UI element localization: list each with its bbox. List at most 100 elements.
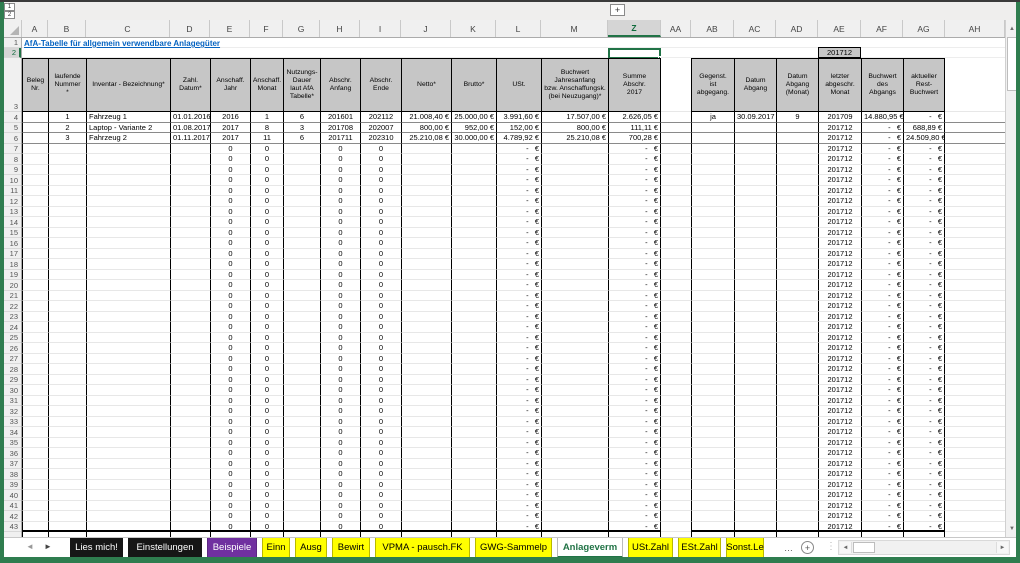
cell-AB20[interactable] <box>691 280 734 291</box>
cell-C25[interactable] <box>86 333 170 344</box>
row-header-41[interactable]: 41 <box>4 501 21 512</box>
cell-E19[interactable]: 0 <box>210 270 250 281</box>
cell-E30[interactable]: 0 <box>210 385 250 396</box>
cell-J12[interactable] <box>401 196 451 207</box>
cell-AH16[interactable] <box>945 238 1005 249</box>
cell-Z42[interactable]: - € <box>608 511 661 522</box>
table-header-H[interactable]: Abschr. Anfang <box>320 58 360 112</box>
cell-L16[interactable]: - € <box>496 238 541 249</box>
cell-L11[interactable]: - € <box>496 186 541 197</box>
cell-AF12[interactable]: - € <box>861 196 903 207</box>
sheet-tab-anlageverm[interactable]: Anlageverm <box>557 538 623 558</box>
cell-B9[interactable] <box>48 165 86 176</box>
cell-F24[interactable]: 0 <box>250 322 283 333</box>
cell-D38[interactable] <box>170 469 210 480</box>
cell-AA29[interactable] <box>661 375 691 386</box>
cell-B30[interactable] <box>48 385 86 396</box>
cell-B34[interactable] <box>48 427 86 438</box>
column-header-C[interactable]: C <box>86 20 170 37</box>
cell-AF8[interactable]: - € <box>861 154 903 165</box>
cell-M6[interactable]: 25.210,08 € <box>541 133 608 144</box>
cell-AG11[interactable]: - € <box>903 186 945 197</box>
cell-M33[interactable] <box>541 417 608 428</box>
cell-D11[interactable] <box>170 186 210 197</box>
cell-Z5[interactable]: 111,11 € <box>608 123 661 134</box>
cell-H8[interactable]: 0 <box>320 154 360 165</box>
cell-A31[interactable] <box>22 396 48 407</box>
cell-A35[interactable] <box>22 438 48 449</box>
cell-AG22[interactable]: - € <box>903 301 945 312</box>
cell-M43[interactable] <box>541 522 608 533</box>
cell-AG10[interactable]: - € <box>903 175 945 186</box>
cell-Z15[interactable]: - € <box>608 228 661 239</box>
cell-AF24[interactable]: - € <box>861 322 903 333</box>
cell-I36[interactable]: 0 <box>360 448 401 459</box>
cell-D30[interactable] <box>170 385 210 396</box>
cell-AH42[interactable] <box>945 511 1005 522</box>
cell-M29[interactable] <box>541 375 608 386</box>
cell-AA40[interactable] <box>661 490 691 501</box>
cell-AB43[interactable] <box>691 522 734 533</box>
cell-Z14[interactable]: - € <box>608 217 661 228</box>
cell-D19[interactable] <box>170 270 210 281</box>
cell-K33[interactable] <box>451 417 496 428</box>
cell-C18[interactable] <box>86 259 170 270</box>
cell-G35[interactable] <box>283 438 320 449</box>
cell-AH39[interactable] <box>945 480 1005 491</box>
cell-AH13[interactable] <box>945 207 1005 218</box>
cell-C36[interactable] <box>86 448 170 459</box>
cell-J43[interactable] <box>401 522 451 533</box>
cell-E26[interactable]: 0 <box>210 343 250 354</box>
cell-F5[interactable]: 8 <box>250 123 283 134</box>
row-header-39[interactable]: 39 <box>4 480 21 491</box>
cell-AD26[interactable] <box>776 343 818 354</box>
cell-Z6[interactable]: 700,28 € <box>608 133 661 144</box>
cell-L27[interactable]: - € <box>496 354 541 365</box>
cell-C39[interactable] <box>86 480 170 491</box>
cell-AD34[interactable] <box>776 427 818 438</box>
cell-H11[interactable]: 0 <box>320 186 360 197</box>
cell-AB17[interactable] <box>691 249 734 260</box>
cell-Z23[interactable]: - € <box>608 312 661 323</box>
cell-AG41[interactable]: - € <box>903 501 945 512</box>
cell-L18[interactable]: - € <box>496 259 541 270</box>
cell-AB42[interactable] <box>691 511 734 522</box>
cell-G9[interactable] <box>283 165 320 176</box>
row-header-21[interactable]: 21 <box>4 291 21 302</box>
cell-B26[interactable] <box>48 343 86 354</box>
cell-AE20[interactable]: 201712 <box>818 280 861 291</box>
cell-L9[interactable]: - € <box>496 165 541 176</box>
cell-K27[interactable] <box>451 354 496 365</box>
cell-AD17[interactable] <box>776 249 818 260</box>
table-header-E[interactable]: Anschaff. Jahr <box>210 58 250 112</box>
cell-AB18[interactable] <box>691 259 734 270</box>
cell-G21[interactable] <box>283 291 320 302</box>
cell-AB6[interactable] <box>691 133 734 144</box>
cell-J4[interactable]: 21.008,40 € <box>401 112 451 123</box>
cell-AC21[interactable] <box>734 291 776 302</box>
cell-F23[interactable]: 0 <box>250 312 283 323</box>
cell-D29[interactable] <box>170 375 210 386</box>
cell-J42[interactable] <box>401 511 451 522</box>
add-sheet-button[interactable]: + <box>801 541 814 554</box>
cell-K25[interactable] <box>451 333 496 344</box>
column-header-M[interactable]: M <box>541 20 608 37</box>
cell-AC29[interactable] <box>734 375 776 386</box>
cell-J29[interactable] <box>401 375 451 386</box>
cell-I15[interactable]: 0 <box>360 228 401 239</box>
row-header-20[interactable]: 20 <box>4 280 21 291</box>
cell-L31[interactable]: - € <box>496 396 541 407</box>
cell-AF13[interactable]: - € <box>861 207 903 218</box>
table-header-F[interactable]: Anschaff. Monat <box>250 58 283 112</box>
cell-AC9[interactable] <box>734 165 776 176</box>
row-header-26[interactable]: 26 <box>4 343 21 354</box>
cell-AB9[interactable] <box>691 165 734 176</box>
cell-H10[interactable]: 0 <box>320 175 360 186</box>
cell-AE8[interactable]: 201712 <box>818 154 861 165</box>
cell-Z35[interactable]: - € <box>608 438 661 449</box>
cell-F10[interactable]: 0 <box>250 175 283 186</box>
cell-J35[interactable] <box>401 438 451 449</box>
cell-L7[interactable]: - € <box>496 144 541 155</box>
cell-AF22[interactable]: - € <box>861 301 903 312</box>
cell-AC20[interactable] <box>734 280 776 291</box>
